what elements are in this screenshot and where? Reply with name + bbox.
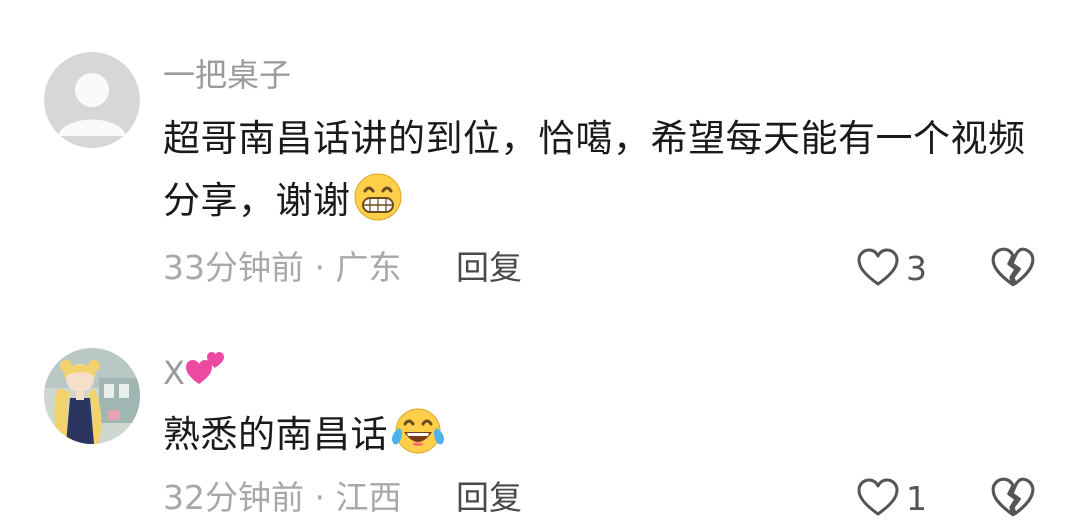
two-hearts-icon — [185, 350, 225, 397]
like-button[interactable]: 1 — [856, 473, 927, 523]
like-count: 3 — [906, 248, 927, 288]
comment-text-body: 熟悉的南昌话 — [163, 413, 388, 456]
like-count: 1 — [906, 478, 927, 518]
comment-item: 一把桌子 超哥南昌话讲的到位，恰噶，希望每天能有一个视频分享，谢谢 33分钟前 … — [0, 0, 1080, 300]
comment-meta: 33分钟前 · 广东 — [163, 248, 402, 287]
comment-text-body: 超哥南昌话讲的到位，恰噶，希望每天能有一个视频分享，谢谢 — [163, 117, 1026, 222]
grin-emoji-icon — [353, 172, 403, 241]
like-button[interactable]: 3 — [856, 243, 927, 293]
comment-item: X 熟悉的南昌话 32分钟前 · 江西 回复 1 — [0, 300, 1080, 531]
comment-meta: 32分钟前 · 江西 — [163, 478, 402, 517]
default-avatar-icon — [44, 52, 140, 148]
avatar[interactable] — [44, 52, 140, 148]
heart-outline-icon — [857, 248, 899, 286]
comment-text: 熟悉的南昌话 — [163, 404, 1043, 475]
dislike-button[interactable] — [990, 475, 1036, 521]
tears-of-joy-emoji-icon — [390, 406, 446, 475]
avatar[interactable] — [44, 348, 140, 444]
anime-girl-avatar-icon — [44, 348, 140, 444]
broken-heart-icon — [991, 477, 1035, 517]
username-text: X — [163, 354, 185, 392]
dislike-button[interactable] — [990, 245, 1036, 291]
heart-outline-icon — [857, 478, 899, 516]
broken-heart-icon — [991, 247, 1035, 287]
username[interactable]: X — [163, 350, 225, 397]
reply-button[interactable]: 回复 — [456, 248, 522, 288]
username[interactable]: 一把桌子 — [163, 55, 291, 95]
comment-text: 超哥南昌话讲的到位，恰噶，希望每天能有一个视频分享，谢谢 — [163, 108, 1043, 241]
reply-button[interactable]: 回复 — [456, 478, 522, 518]
